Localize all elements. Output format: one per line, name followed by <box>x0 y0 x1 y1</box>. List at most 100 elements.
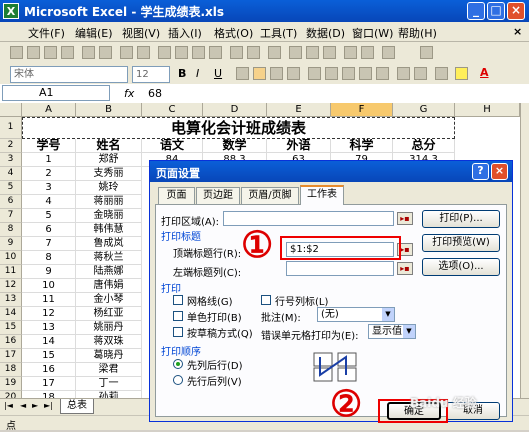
decrease-indent-icon[interactable] <box>397 67 410 80</box>
table-cell[interactable]: 支秀丽 <box>76 167 142 181</box>
row-header[interactable]: 19 <box>0 377 22 391</box>
print-button[interactable]: 打印(P)... <box>422 210 500 228</box>
header-cell[interactable]: 外语 <box>267 139 331 153</box>
table-cell[interactable]: 13 <box>22 321 76 335</box>
row-header[interactable]: 3 <box>0 153 22 167</box>
zoom-icon[interactable] <box>382 46 395 59</box>
tab-page[interactable]: 页面 <box>158 187 195 204</box>
dialog-help-button[interactable]: ? <box>472 163 489 180</box>
header-cell[interactable]: 学号 <box>22 139 76 153</box>
left-columns-input[interactable] <box>286 261 394 276</box>
column-header[interactable]: F <box>331 103 393 117</box>
format-painter-icon[interactable] <box>209 46 222 59</box>
research-icon[interactable] <box>137 46 150 59</box>
row-header[interactable]: 20 <box>0 391 22 398</box>
help-icon[interactable] <box>420 46 433 59</box>
column-header[interactable]: G <box>393 103 455 117</box>
table-cell[interactable]: 蒋秋兰 <box>76 251 142 265</box>
gridlines-checkbox[interactable] <box>173 295 183 305</box>
table-cell[interactable]: 14 <box>22 335 76 349</box>
column-header[interactable]: A <box>22 103 76 117</box>
save-icon[interactable] <box>44 46 57 59</box>
table-cell[interactable]: 12 <box>22 307 76 321</box>
errors-select[interactable]: 显示值 ▼ <box>368 324 416 339</box>
sort-asc-icon[interactable] <box>306 46 319 59</box>
row-col-headings-checkbox[interactable] <box>261 295 271 305</box>
table-cell[interactable]: 7 <box>22 237 76 251</box>
close-button[interactable]: × <box>507 2 525 20</box>
italic-button[interactable]: I <box>196 67 199 80</box>
print-preview-button[interactable]: 打印预览(W) <box>422 234 500 252</box>
menu-edit[interactable]: 编辑(E) <box>75 25 113 41</box>
table-cell[interactable]: 梁君 <box>76 363 142 377</box>
header-cell[interactable]: 姓名 <box>76 139 142 153</box>
menu-insert[interactable]: 插入(I) <box>168 25 202 41</box>
minimize-button[interactable]: _ <box>467 2 485 20</box>
options-button[interactable]: 选项(O)... <box>422 258 500 276</box>
draft-checkbox[interactable] <box>173 327 183 337</box>
menu-format[interactable]: 格式(O) <box>214 25 253 41</box>
column-header[interactable]: B <box>76 103 142 117</box>
increase-indent-icon[interactable] <box>414 67 427 80</box>
row-header[interactable]: 2 <box>0 139 22 153</box>
table-cell[interactable]: 5 <box>22 209 76 223</box>
chart-wizard-icon[interactable] <box>344 46 357 59</box>
table-cell[interactable]: 16 <box>22 363 76 377</box>
menu-file[interactable]: 文件(F) <box>28 25 65 41</box>
row-header[interactable]: 12 <box>0 279 22 293</box>
copy-icon[interactable] <box>175 46 188 59</box>
hyperlink-icon[interactable] <box>268 46 281 59</box>
redo-icon[interactable] <box>247 46 260 59</box>
font-name-select[interactable]: 宋体 <box>10 66 128 83</box>
paste-icon[interactable] <box>192 46 205 59</box>
table-cell[interactable]: 唐伟娟 <box>76 279 142 293</box>
table-cell[interactable]: 18 <box>22 391 76 398</box>
table-cell[interactable]: 杨红亚 <box>76 307 142 321</box>
currency-icon[interactable] <box>308 67 321 80</box>
row-header[interactable]: 6 <box>0 195 22 209</box>
row-header[interactable]: 15 <box>0 321 22 335</box>
bold-button[interactable]: B <box>178 67 186 80</box>
header-cell[interactable]: 科学 <box>331 139 393 153</box>
header-cell[interactable]: 总分 <box>393 139 455 153</box>
last-sheet-button[interactable]: ►| <box>44 401 53 410</box>
table-cell[interactable]: 蒋丽丽 <box>76 195 142 209</box>
first-sheet-button[interactable]: |◄ <box>4 401 13 410</box>
font-size-select[interactable]: 12 <box>132 66 170 83</box>
row-header[interactable]: 14 <box>0 307 22 321</box>
table-cell[interactable]: 葛晓丹 <box>76 349 142 363</box>
increase-decimal-icon[interactable] <box>359 67 372 80</box>
collapse-dialog-icon[interactable]: ▸▪ <box>397 212 413 225</box>
table-cell[interactable]: 金小琴 <box>76 293 142 307</box>
maximize-button[interactable]: □ <box>487 2 505 20</box>
table-cell[interactable]: 4 <box>22 195 76 209</box>
merge-center-icon[interactable] <box>287 67 300 80</box>
table-cell[interactable]: 丁一 <box>76 377 142 391</box>
borders-icon[interactable] <box>435 67 448 80</box>
row-header[interactable]: 10 <box>0 251 22 265</box>
table-cell[interactable]: 10 <box>22 279 76 293</box>
open-icon[interactable] <box>27 46 40 59</box>
row-header[interactable]: 16 <box>0 335 22 349</box>
mono-checkbox[interactable] <box>173 311 183 321</box>
column-header[interactable]: H <box>455 103 520 117</box>
prev-sheet-button[interactable]: ◄ <box>20 401 26 410</box>
header-cell[interactable]: 语文 <box>142 139 203 153</box>
decrease-decimal-icon[interactable] <box>376 67 389 80</box>
header-cell[interactable]: 数学 <box>203 139 267 153</box>
row-header[interactable]: 11 <box>0 265 22 279</box>
table-cell[interactable]: 9 <box>22 265 76 279</box>
menu-help[interactable]: 帮助(H) <box>398 25 437 41</box>
formula-input[interactable]: 68 <box>148 87 162 100</box>
vertical-scrollbar[interactable] <box>520 103 529 398</box>
column-header[interactable]: C <box>142 103 203 117</box>
spelling-icon[interactable] <box>120 46 133 59</box>
table-cell[interactable]: 15 <box>22 349 76 363</box>
table-cell[interactable]: 8 <box>22 251 76 265</box>
table-cell[interactable]: 2 <box>22 167 76 181</box>
underline-button[interactable]: U <box>214 67 222 80</box>
table-cell[interactable]: 6 <box>22 223 76 237</box>
autosum-icon[interactable] <box>289 46 302 59</box>
percent-icon[interactable] <box>325 67 338 80</box>
row-header[interactable]: 13 <box>0 293 22 307</box>
